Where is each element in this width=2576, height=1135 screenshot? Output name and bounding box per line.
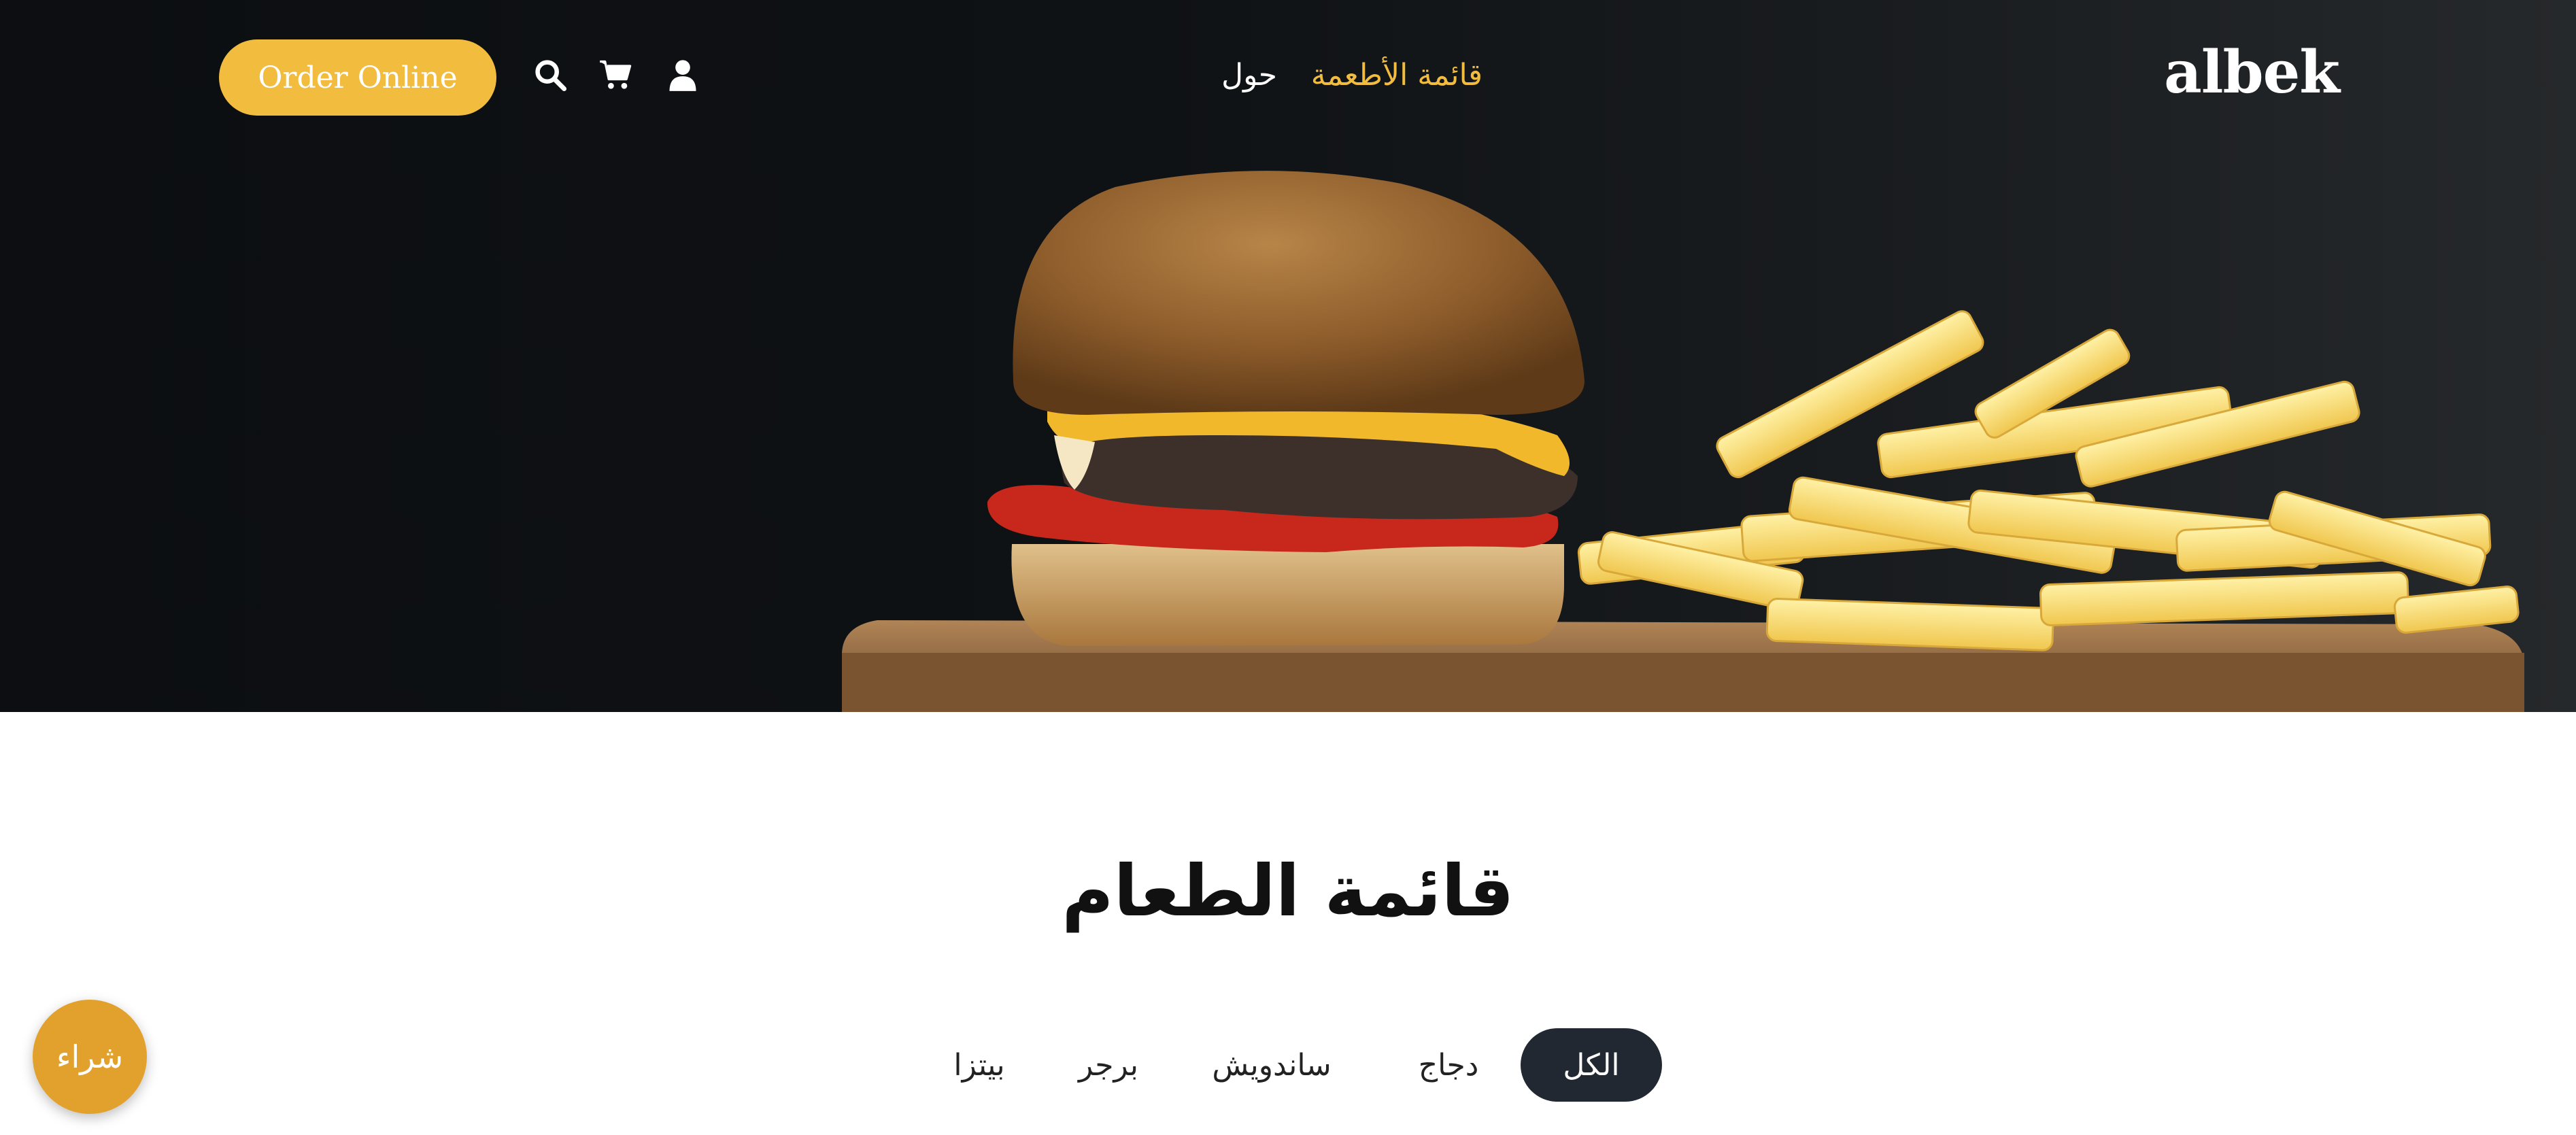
nav-link-about[interactable]: حول (1221, 53, 1277, 98)
filter-pizza[interactable]: بيتزا (945, 1028, 1013, 1102)
nav-link-food-menu[interactable]: قائمة الأطعمة (1311, 53, 1482, 98)
search-icon[interactable] (532, 57, 568, 92)
filter-all[interactable]: الكل (1521, 1028, 1662, 1102)
page: Order Online حول قائمة الأطعمة albek قائ… (0, 0, 2576, 1135)
hero-banner: Order Online حول قائمة الأطعمة albek (0, 0, 2576, 712)
order-online-button[interactable]: Order Online (219, 39, 496, 116)
buy-floating-button[interactable]: شراء (33, 1000, 147, 1114)
menu-section-title: قائمة الطعام (1062, 849, 1514, 932)
user-icon[interactable] (665, 57, 700, 92)
filter-chicken[interactable]: دجاج (1401, 1028, 1496, 1102)
brand-logo[interactable]: albek (2164, 35, 2340, 110)
cart-icon[interactable] (598, 57, 634, 92)
filter-sandwich[interactable]: ساندويش (1210, 1028, 1333, 1102)
menu-filter-bar: الكل دجاج ساندويش برجر بيتزا (0, 1028, 2576, 1102)
filter-burger[interactable]: برجر (1074, 1028, 1142, 1102)
